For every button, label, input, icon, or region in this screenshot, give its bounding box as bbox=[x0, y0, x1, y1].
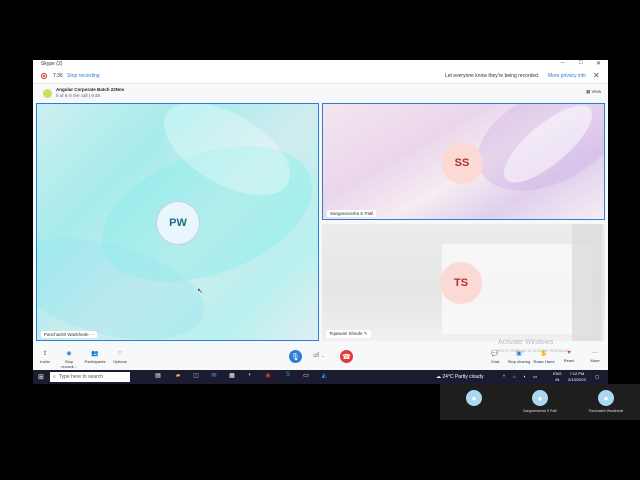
taskbar-search[interactable]: ⌕ Type here to search bbox=[50, 372, 130, 382]
vscode-icon[interactable]: ◭ bbox=[319, 372, 329, 382]
taskbar: ⊞ ⌕ Type here to search ▤ ▰ ◫ ✉ ▦ ◐ ◉ S … bbox=[33, 370, 608, 384]
record-icon: ◉ bbox=[66, 351, 72, 357]
background-shape bbox=[572, 224, 602, 341]
file-explorer-icon[interactable]: ▰ bbox=[173, 372, 183, 382]
mini-participants-strip: ● ● Sangramsinha S Patil ● Panchashil Wank… bbox=[440, 384, 640, 420]
more-icon: ··· bbox=[592, 350, 598, 356]
avatar: TS bbox=[440, 262, 482, 304]
view-button[interactable]: ▦ View bbox=[586, 89, 601, 95]
network-icon[interactable]: ⌂ bbox=[513, 374, 516, 379]
person-icon: ● bbox=[466, 390, 482, 406]
group-name[interactable]: Angular Corporate Batch 22Nov bbox=[56, 87, 124, 92]
participant-name-tag: Tejaswini Shinde ✎ bbox=[326, 330, 371, 338]
hang-up-icon: ☎ bbox=[342, 353, 351, 361]
raise-hand-button[interactable]: ✋ Raise Hand bbox=[532, 350, 556, 364]
close-banner-icon[interactable]: ✕ bbox=[593, 71, 600, 80]
recording-bar: 7:36 Stop recording Let everyone know th… bbox=[33, 69, 608, 84]
chevron-down-icon: ⌄ bbox=[321, 353, 325, 358]
mini-participant[interactable]: ● Sangramsinha S Patil bbox=[520, 390, 560, 413]
share-screen-icon: ▣ bbox=[516, 351, 522, 357]
close-button[interactable]: ✕ bbox=[596, 60, 601, 67]
search-placeholder: Type here to search bbox=[58, 374, 104, 380]
options-button[interactable]: ⁙ Options bbox=[108, 350, 132, 364]
mouse-cursor-icon: ↖ bbox=[197, 288, 203, 295]
terminal-icon[interactable]: ▭ bbox=[301, 372, 311, 382]
call-subtitle: 5 of 6 in the call | 9:48 bbox=[56, 93, 100, 98]
share-icon: ⇪ bbox=[42, 351, 48, 357]
participant-name-tag: Panchashil Wankhede ··· bbox=[41, 331, 98, 338]
more-button[interactable]: ··· More bbox=[583, 350, 607, 363]
heart-icon: ♥ bbox=[567, 350, 571, 356]
more-icon: ··· bbox=[89, 332, 95, 337]
weather-widget[interactable]: ☁ 24°C Partly cloudy bbox=[436, 374, 484, 380]
react-button[interactable]: ♥ React bbox=[557, 350, 581, 363]
stop-sharing-button[interactable]: ▣ Stop sharing bbox=[507, 350, 531, 364]
stop-recording-link[interactable]: Stop recording bbox=[67, 73, 100, 79]
maximize-button[interactable]: □ bbox=[579, 60, 583, 66]
chrome-icon[interactable]: ◉ bbox=[263, 372, 273, 382]
minimize-button[interactable]: – bbox=[561, 60, 564, 66]
skype-window: Skype (2) – □ ✕ 7:36 Stop recording Let … bbox=[33, 60, 608, 370]
notifications-icon[interactable]: ▢ bbox=[595, 374, 599, 380]
photos-icon[interactable]: ◫ bbox=[191, 372, 201, 382]
chat-button[interactable]: 💬 Chat bbox=[483, 350, 507, 364]
invite-button[interactable]: ⇪ Invite bbox=[33, 350, 57, 364]
recording-time: 7:36 bbox=[53, 73, 63, 79]
record-icon bbox=[41, 73, 47, 79]
calendar-icon[interactable]: ▦ bbox=[227, 372, 237, 382]
title-bar: Skype (2) – □ ✕ bbox=[33, 60, 608, 69]
hang-up-button[interactable]: ☎ bbox=[340, 350, 353, 363]
language-indicator[interactable]: ENG IN bbox=[553, 371, 562, 383]
camera-off-icon: ▭̸ bbox=[313, 352, 320, 359]
mic-muted-icon: ✎ bbox=[363, 331, 368, 336]
person-icon: ● bbox=[598, 390, 614, 406]
camera-button[interactable]: ▭̸ ⌄ bbox=[313, 351, 325, 359]
tray-chevron-icon[interactable]: ^ bbox=[503, 374, 505, 379]
microphone-button[interactable]: 🎙 bbox=[289, 350, 302, 363]
mail-icon[interactable]: ✉ bbox=[209, 372, 219, 382]
options-icon: ⁙ bbox=[117, 351, 123, 357]
mini-participant[interactable]: ● Panchashil Wankhede bbox=[586, 390, 626, 413]
task-view-icon[interactable]: ▤ bbox=[153, 372, 163, 382]
privacy-info-link[interactable]: More privacy info bbox=[548, 73, 586, 79]
people-icon: 👥 bbox=[91, 351, 99, 357]
avatar: SS bbox=[441, 142, 483, 184]
person-icon: ● bbox=[532, 390, 548, 406]
group-avatar[interactable] bbox=[43, 89, 52, 98]
window-title: Skype (2) bbox=[41, 61, 63, 67]
clock[interactable]: 7:12 PM 2/13/2023 bbox=[568, 371, 586, 383]
battery-icon[interactable]: ▭ bbox=[533, 374, 537, 380]
video-tile-sangramsinha[interactable]: SS Sangramsinha S Patil bbox=[322, 103, 605, 220]
avatar: PW bbox=[157, 202, 199, 244]
stop-recording-button[interactable]: ◉ Stop recordi... bbox=[57, 350, 81, 369]
search-icon: ⌕ bbox=[53, 374, 56, 380]
chat-icon: 💬 bbox=[491, 351, 499, 357]
volume-icon[interactable]: ◖ bbox=[523, 374, 526, 379]
participant-name-tag: Sangramsinha S Patil bbox=[327, 210, 377, 217]
call-toolbar: ⇪ Invite ◉ Stop recordi... 👥 Participants ⁙… bbox=[33, 344, 608, 370]
windows-start-icon[interactable]: ⊞ bbox=[38, 373, 44, 381]
hand-icon: ✋ bbox=[540, 351, 548, 357]
recording-message: Let everyone know they're being recorded… bbox=[445, 73, 540, 79]
video-tile-panchashil[interactable]: PW Panchashil Wankhede ··· ↖ bbox=[36, 103, 319, 341]
microphone-icon: 🎙 bbox=[291, 353, 300, 361]
call-header: Angular Corporate Batch 22Nov 5 of 6 in … bbox=[33, 84, 608, 100]
skype-icon[interactable]: S bbox=[283, 372, 293, 382]
video-tile-tejaswini[interactable]: TS Tejaswini Shinde ✎ bbox=[322, 224, 605, 341]
participants-button[interactable]: 👥 Participants bbox=[83, 350, 107, 364]
edge-icon[interactable]: ◐ bbox=[245, 372, 255, 382]
mini-participant[interactable]: ● bbox=[454, 390, 494, 409]
